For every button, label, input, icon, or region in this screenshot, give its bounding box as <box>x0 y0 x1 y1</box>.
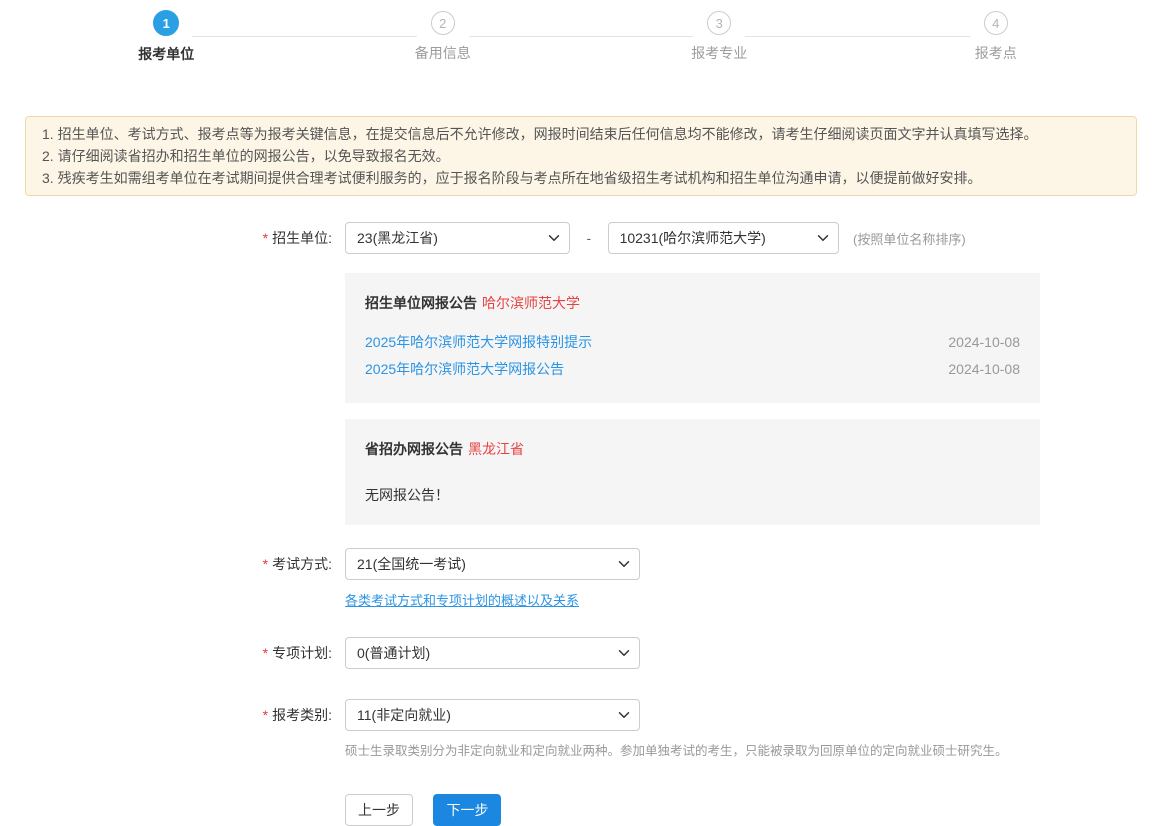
exam-mode-select[interactable]: 21(全国统一考试) <box>345 548 640 580</box>
admission-unit-label: *招生单位: <box>0 222 332 254</box>
notice-box: 1. 招生单位、考试方式、报考点等为报考关键信息，在提交信息后不允许修改，网报时… <box>25 116 1137 196</box>
unit-announcement-title: 招生单位网报公告哈尔滨师范大学 <box>365 293 1020 313</box>
province-name-highlight: 黑龙江省 <box>468 441 524 457</box>
category-label: *报考类别: <box>0 699 332 731</box>
required-asterisk: * <box>263 645 268 661</box>
required-asterisk: * <box>263 230 268 246</box>
previous-step-button[interactable]: 上一步 <box>345 794 413 826</box>
unit-select-wrap: 10231(哈尔滨师范大学) <box>608 222 839 254</box>
unit-name-highlight: 哈尔滨师范大学 <box>482 295 580 311</box>
stepper: 1 报考单位 2 备用信息 3 报考专业 4 报考点 <box>0 0 1162 64</box>
unit-announcement-panel: 招生单位网报公告哈尔滨师范大学 2025年哈尔滨师范大学网报特别提示 2024-… <box>345 273 1040 403</box>
step-3-label: 报考专业 <box>691 43 747 63</box>
province-announcement-title: 省招办网报公告黑龙江省 <box>365 439 1020 459</box>
category-select-wrap: 11(非定向就业) <box>345 699 640 731</box>
separator-dash: - <box>586 230 591 246</box>
province-announcement-panel: 省招办网报公告黑龙江省 无网报公告！ <box>345 419 1040 525</box>
step-2-circle: 2 <box>431 11 455 35</box>
button-row: 上一步 下一步 <box>0 794 1162 826</box>
exam-mode-help-link[interactable]: 各类考试方式和专项计划的概述以及关系 <box>345 593 579 608</box>
step-2-backup-info: 2 备用信息 <box>305 9 582 64</box>
announcement-link-online-notice[interactable]: 2025年哈尔滨师范大学网报公告 <box>365 356 564 383</box>
list-item: 2025年哈尔滨师范大学网报特别提示 2024-10-08 <box>365 329 1020 356</box>
step-4-exam-site: 4 报考点 <box>858 9 1135 64</box>
no-announcement-text: 无网报公告！ <box>365 485 1020 505</box>
list-item: 2025年哈尔滨师范大学网报公告 2024-10-08 <box>365 356 1020 383</box>
step-2-label: 备用信息 <box>415 43 471 63</box>
special-plan-label: *专项计划: <box>0 637 332 669</box>
category-note: 硕士生录取类别分为非定向就业和定向就业两种。参加单独考试的考生，只能被录取为回原… <box>0 740 1162 759</box>
notice-line-3: 3. 残疾考生如需组考单位在考试期间提供合理考试便利服务的，应于报名阶段与考点所… <box>42 167 1120 189</box>
required-asterisk: * <box>263 707 268 723</box>
announcement-link-special-tips[interactable]: 2025年哈尔滨师范大学网报特别提示 <box>365 329 592 356</box>
special-plan-select-wrap: 0(普通计划) <box>345 637 640 669</box>
required-asterisk: * <box>263 556 268 572</box>
announcement-date: 2024-10-08 <box>948 356 1020 383</box>
special-plan-row: *专项计划: 0(普通计划) <box>0 637 1162 669</box>
province-select-wrap: 23(黑龙江省) <box>345 222 570 254</box>
notice-line-2: 2. 请仔细阅读省招办和招生单位的网报公告，以免导致报名无效。 <box>42 145 1120 167</box>
step-1-label: 报考单位 <box>138 44 194 64</box>
exam-mode-select-wrap: 21(全国统一考试) <box>345 548 640 580</box>
step-1-unit: 1 报考单位 <box>28 9 305 64</box>
admission-unit-row: *招生单位: 23(黑龙江省) - 10231(哈尔滨师范大学) (按照单位名称… <box>0 222 1162 254</box>
step-4-label: 报考点 <box>975 43 1017 63</box>
unit-sort-hint: (按照单位名称排序) <box>853 232 966 247</box>
special-plan-select[interactable]: 0(普通计划) <box>345 637 640 669</box>
notice-line-1: 1. 招生单位、考试方式、报考点等为报考关键信息，在提交信息后不允许修改，网报时… <box>42 123 1120 145</box>
category-row: *报考类别: 11(非定向就业) <box>0 699 1162 731</box>
announcement-list: 2025年哈尔滨师范大学网报特别提示 2024-10-08 2025年哈尔滨师范… <box>365 329 1020 383</box>
step-3-major: 3 报考专业 <box>581 9 858 64</box>
step-1-circle: 1 <box>153 10 179 36</box>
province-select[interactable]: 23(黑龙江省) <box>345 222 570 254</box>
step-4-circle: 4 <box>984 11 1008 35</box>
next-step-button[interactable]: 下一步 <box>433 794 501 826</box>
announcement-date: 2024-10-08 <box>948 329 1020 356</box>
category-select[interactable]: 11(非定向就业) <box>345 699 640 731</box>
exam-mode-help-row: 各类考试方式和专项计划的概述以及关系 <box>0 590 1162 610</box>
admission-unit-select[interactable]: 10231(哈尔滨师范大学) <box>608 222 839 254</box>
exam-mode-label: *考试方式: <box>0 548 332 580</box>
step-3-circle: 3 <box>707 11 731 35</box>
exam-mode-row: *考试方式: 21(全国统一考试) <box>0 548 1162 580</box>
